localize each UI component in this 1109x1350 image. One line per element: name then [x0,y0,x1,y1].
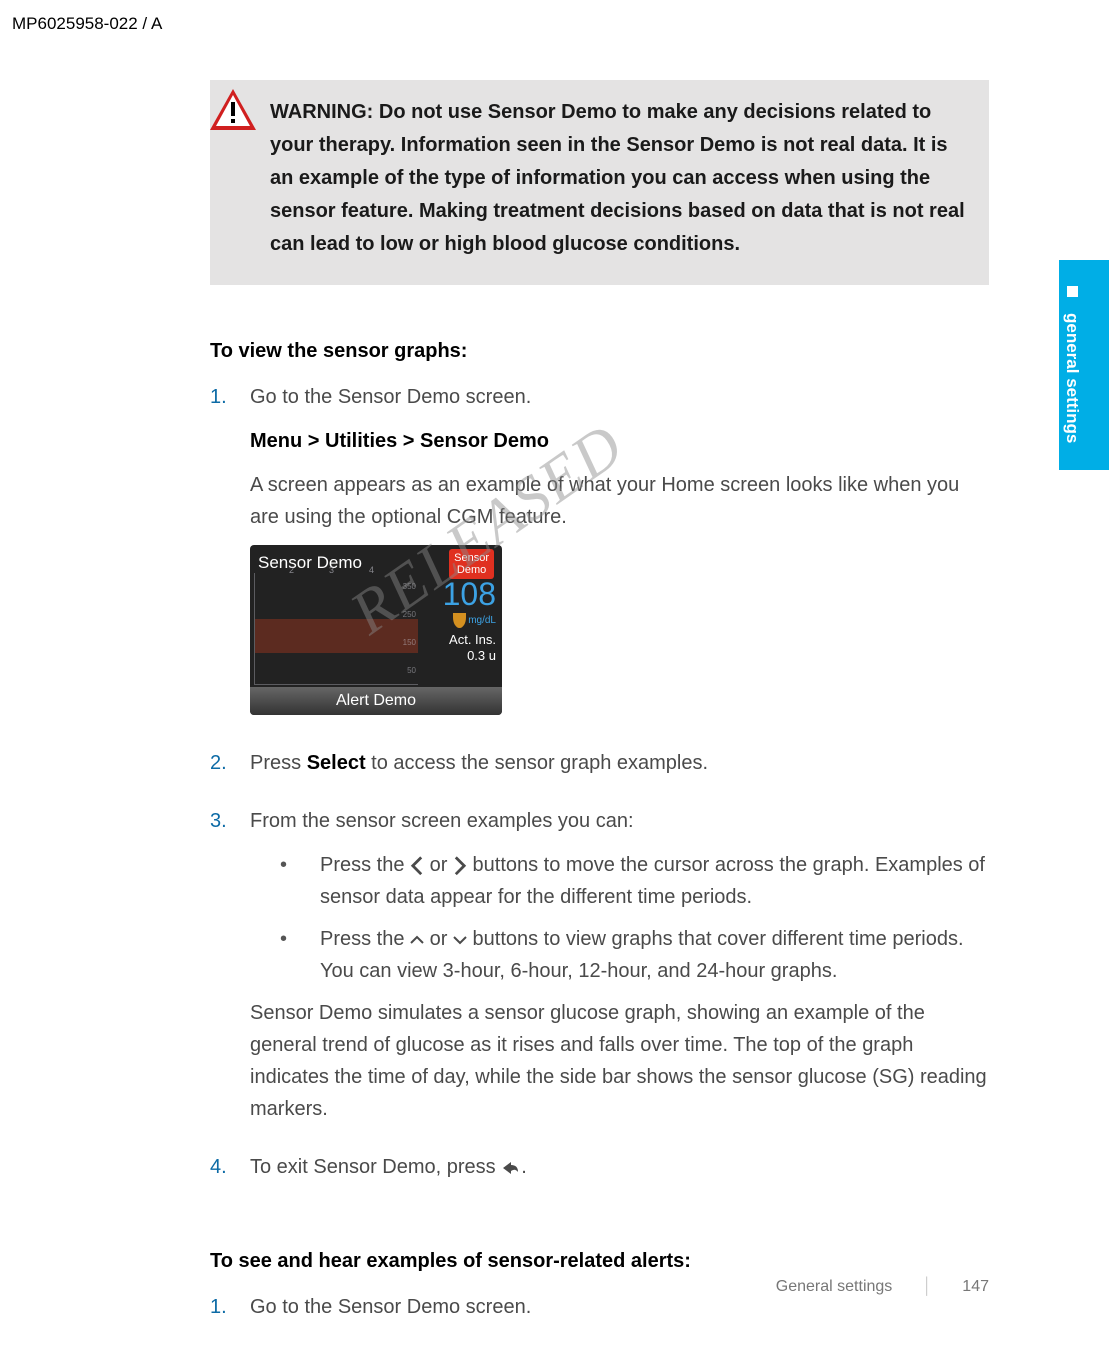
heading-view-graphs: To view the sensor graphs: [210,335,989,367]
warning-body: Do not use Sensor Demo to make any decis… [270,101,965,255]
page-number: 147 [962,1274,989,1300]
warning-label: WARNING: [270,101,373,123]
chevron-right-icon [453,859,467,873]
footer-label: General settings [776,1274,893,1300]
shield-icon [453,613,466,628]
step-4-number: 4. [210,1151,250,1195]
step-4-text: To exit Sensor Demo, press . [250,1151,989,1183]
warning-paragraph: WARNING: Do not use Sensor Demo to make … [270,96,965,261]
footer-divider: │ [922,1274,932,1300]
menu-breadcrumb: Menu > Utilities > Sensor Demo [250,425,989,457]
page-footer: General settings │ 147 [776,1274,989,1300]
bullet-2: Press the or buttons to view graphs that… [320,923,989,987]
glucose-value: 108 [424,575,496,613]
section2-step-1-number: 1. [210,1291,250,1335]
step-1-text: Go to the Sensor Demo screen. [250,381,989,413]
device-screenshot: Sensor Demo SensorDemo 2 3 4 350 250 150 [250,545,502,715]
document-id: MP6025958-022 / A [12,10,162,37]
step-2-text: Press Select to access the sensor graph … [250,747,989,779]
chevron-left-icon [410,859,424,873]
bullet-1: Press the or buttons to move the cursor … [320,849,989,913]
side-tab-square-icon [1067,286,1078,297]
bullet-dot: • [280,849,320,913]
step-3-intro: From the sensor screen examples you can: [250,805,989,837]
chevron-up-icon [410,933,424,947]
bullet-dot: • [280,923,320,987]
warning-box: WARNING: Do not use Sensor Demo to make … [210,80,989,285]
step-1-desc: A screen appears as an example of what y… [250,469,989,533]
side-tab: general settings [1059,260,1109,470]
device-graph: 2 3 4 350 250 150 50 [254,573,418,685]
active-insulin-value: 0.3 u [424,648,496,664]
back-arrow-icon [501,1160,521,1176]
step-2-number: 2. [210,747,250,791]
step-3-number: 3. [210,805,250,1137]
heading-hear-alerts: To see and hear examples of sensor-relat… [210,1245,989,1277]
side-tab-label: general settings [1059,313,1086,443]
alert-demo-bar: Alert Demo [250,687,502,715]
chevron-down-icon [453,933,467,947]
glucose-unit: mg/dL [424,613,496,628]
step-1-number: 1. [210,381,250,733]
warning-triangle-icon [208,86,258,136]
active-insulin-label: Act. Ins. [424,632,496,648]
step-3-desc: Sensor Demo simulates a sensor glucose g… [250,997,989,1125]
